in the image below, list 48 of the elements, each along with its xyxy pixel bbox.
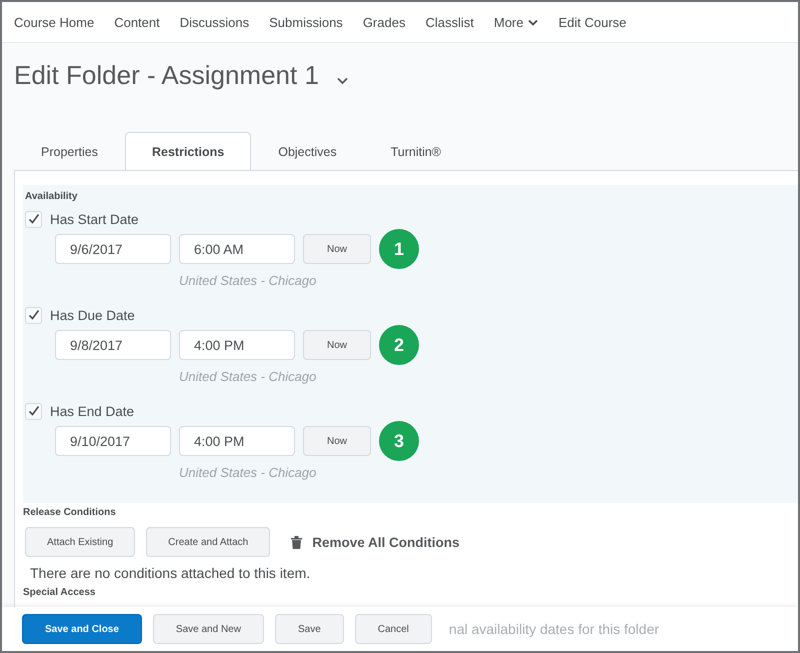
checkbox-label: Has End Date: [50, 404, 134, 418]
nav-link[interactable]: Submissions: [259, 14, 353, 30]
tab[interactable]: Restrictions: [124, 132, 252, 170]
callout-badge: 1: [379, 229, 419, 269]
callout-badge: 3: [379, 421, 419, 461]
time-field[interactable]: 6:00 AM: [179, 234, 295, 264]
section-heading: Special Access: [23, 587, 96, 599]
tab[interactable]: Objectives: [251, 132, 364, 170]
condition-button[interactable]: Create and Attach: [146, 527, 270, 557]
nav-link[interactable]: Edit Course: [548, 14, 636, 30]
callout-badge: 2: [379, 325, 419, 365]
tab[interactable]: Properties: [14, 132, 125, 170]
date-field[interactable]: 9/8/2017: [55, 330, 171, 360]
time-field[interactable]: 4:00 PM: [179, 330, 295, 360]
checkbox[interactable]: [25, 402, 42, 420]
empty-message: There are no conditions attached to this item.: [30, 565, 310, 581]
section-heading: Release Conditions: [23, 507, 117, 519]
chevron-down-icon[interactable]: [336, 76, 348, 84]
timezone-label: United States - Chicago: [179, 369, 316, 385]
date-field[interactable]: 9/10/2017: [55, 426, 171, 456]
checkbox[interactable]: [25, 210, 42, 228]
time-field[interactable]: 4:00 PM: [179, 426, 295, 456]
timezone-label: United States - Chicago: [179, 273, 316, 289]
tab[interactable]: Turnitin®: [364, 132, 468, 170]
checkbox-label: Has Start Date: [50, 212, 139, 226]
now-button[interactable]: Now: [303, 426, 371, 456]
page-title: Edit Folder - Assignment 1: [14, 60, 319, 91]
condition-button[interactable]: Attach Existing: [25, 527, 136, 557]
timezone-label: United States - Chicago: [179, 465, 316, 481]
date-field[interactable]: 9/6/2017: [55, 234, 171, 264]
obscured-text: nal availability dates for this folder: [448, 621, 660, 637]
trash-icon: [291, 536, 302, 548]
now-button[interactable]: Now: [303, 234, 371, 264]
nav-link[interactable]: More: [484, 14, 548, 30]
checkbox-label: Has Due Date: [50, 308, 135, 322]
nav-link[interactable]: Discussions: [170, 14, 260, 30]
remove-all-button[interactable]: Remove All Conditions: [285, 534, 466, 550]
nav-link[interactable]: Classlist: [415, 14, 484, 30]
nav-link[interactable]: Content: [104, 14, 170, 30]
nav-link[interactable]: Course Home: [4, 14, 104, 30]
footer-button[interactable]: Save and New: [152, 614, 264, 644]
nav-link[interactable]: Grades: [352, 14, 416, 30]
footer-button[interactable]: Save: [274, 614, 344, 644]
footer-button[interactable]: Cancel: [354, 614, 432, 644]
now-button[interactable]: Now: [303, 330, 371, 360]
section-heading: Availability: [25, 191, 78, 203]
footer-button[interactable]: Save and Close: [22, 614, 142, 644]
checkbox[interactable]: [25, 306, 42, 324]
